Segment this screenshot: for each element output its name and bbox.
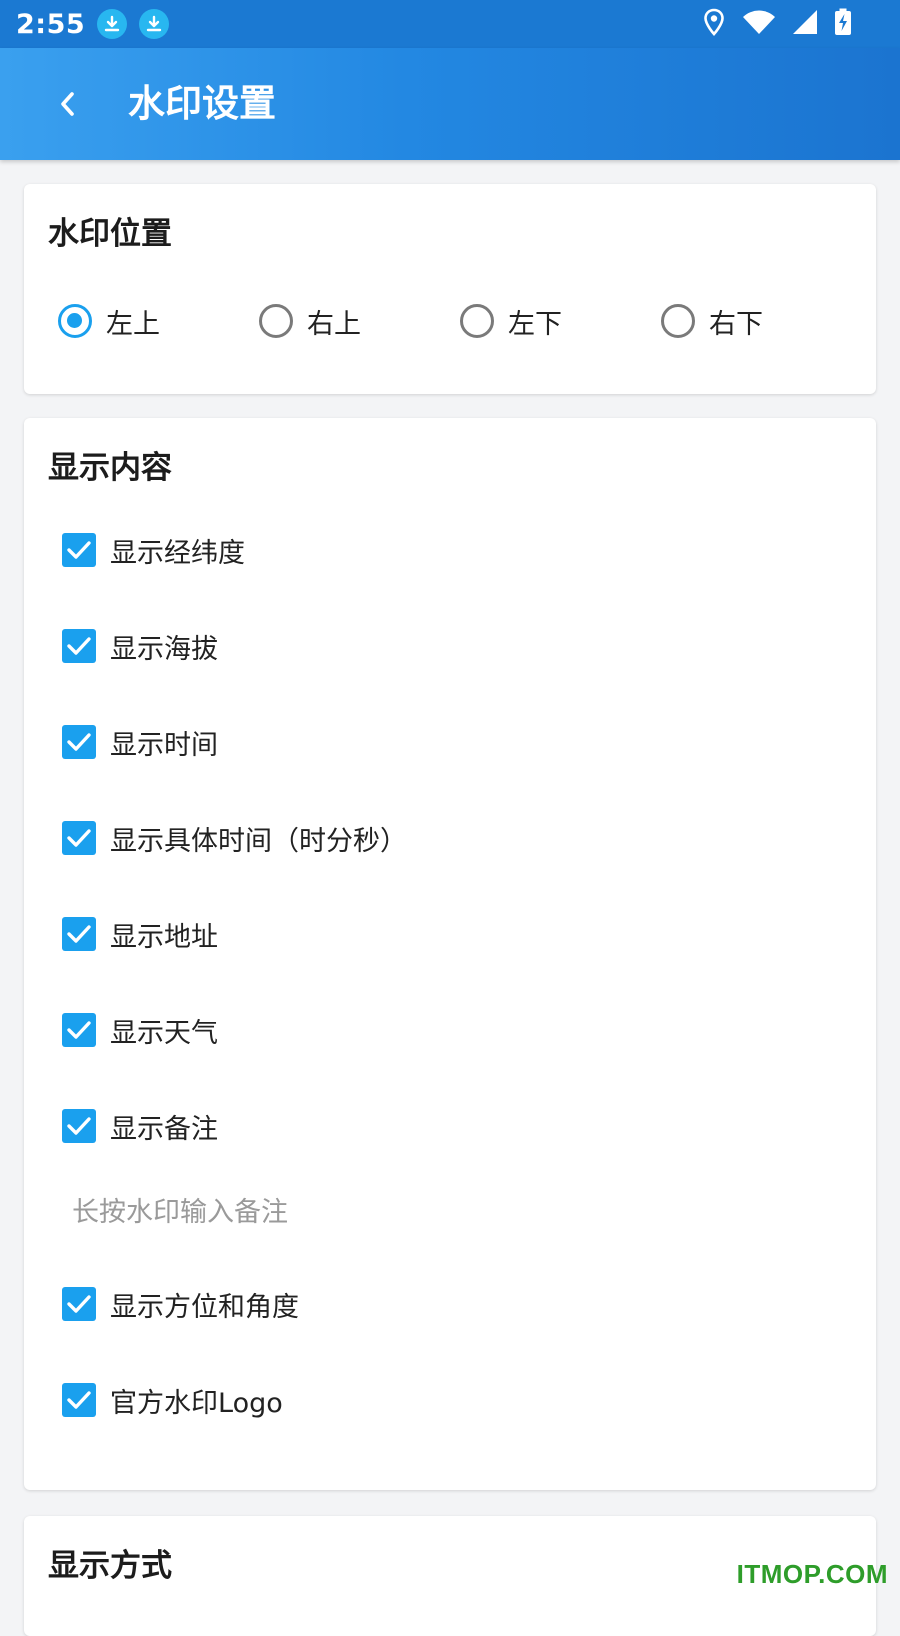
checkbox-show-direction[interactable]: 显示方位和角度	[62, 1284, 299, 1324]
checkbox-label: 显示海拔	[110, 633, 218, 665]
check-icon	[67, 733, 91, 751]
checkbox-show-address[interactable]: 显示地址	[62, 914, 218, 954]
download-icon	[139, 9, 170, 39]
display-mode-card-title: 显示方式	[48, 1548, 172, 1584]
checkbox-show-weather[interactable]: 显示天气	[62, 1010, 218, 1050]
checkbox-label: 显示方位和角度	[110, 1291, 299, 1323]
radio-circle	[661, 304, 695, 338]
content-card: 显示内容 显示经纬度 显示海拔 显示时间 显示具体时间（时分秒） 显示地址 显示…	[24, 418, 876, 1490]
battery-charging-icon	[834, 8, 852, 40]
position-radio-group: 左上 右上 左下 右下	[58, 296, 858, 346]
check-icon	[67, 637, 91, 655]
radio-label: 右上	[307, 308, 361, 340]
chevron-left-icon	[61, 92, 74, 116]
checkbox-show-altitude[interactable]: 显示海拔	[62, 626, 218, 666]
check-icon	[67, 1391, 91, 1409]
checkbox-official-logo[interactable]: 官方水印Logo	[62, 1380, 283, 1420]
site-watermark: ITMOP.COM	[736, 1559, 888, 1589]
checkbox-label: 显示具体时间（时分秒）	[110, 825, 407, 857]
content-card-title: 显示内容	[48, 450, 172, 486]
checkbox-box	[62, 1287, 96, 1321]
radio-top-right[interactable]: 右上	[259, 296, 361, 346]
checkbox-show-exact-time[interactable]: 显示具体时间（时分秒）	[62, 818, 407, 858]
page-title: 水印设置	[128, 82, 276, 125]
wifi-icon	[742, 9, 776, 39]
checkbox-label: 显示地址	[110, 921, 218, 953]
back-button[interactable]	[40, 76, 96, 132]
check-icon	[67, 829, 91, 847]
checkbox-label: 显示天气	[110, 1017, 218, 1049]
radio-label: 左上	[106, 308, 160, 340]
radio-circle	[460, 304, 494, 338]
radio-bottom-left[interactable]: 左下	[460, 296, 562, 346]
checkbox-box	[62, 1013, 96, 1047]
position-card-title: 水印位置	[48, 216, 172, 252]
status-bar: 2:55	[0, 0, 900, 48]
radio-top-left[interactable]: 左上	[58, 296, 160, 346]
check-icon	[67, 541, 91, 559]
checkbox-label: 官方水印Logo	[110, 1387, 283, 1419]
checkbox-show-note[interactable]: 显示备注	[62, 1106, 218, 1146]
checkbox-box	[62, 1109, 96, 1143]
checkbox-box	[62, 533, 96, 567]
radio-label: 左下	[508, 308, 562, 340]
checkbox-box	[62, 629, 96, 663]
radio-circle	[58, 304, 92, 338]
radio-circle	[259, 304, 293, 338]
note-hint[interactable]: 长按水印输入备注	[72, 1190, 288, 1229]
checkbox-box	[62, 725, 96, 759]
radio-label: 右下	[709, 308, 763, 340]
checkbox-show-time[interactable]: 显示时间	[62, 722, 218, 762]
checkbox-box	[62, 821, 96, 855]
checkbox-label: 显示备注	[110, 1113, 218, 1145]
check-icon	[67, 1117, 91, 1135]
checkbox-label: 显示经纬度	[110, 537, 245, 569]
check-icon	[67, 925, 91, 943]
app-bar: 水印设置	[0, 48, 900, 160]
download-icon	[97, 9, 128, 39]
checkbox-show-coordinates[interactable]: 显示经纬度	[62, 530, 245, 570]
location-icon	[702, 8, 726, 40]
status-time: 2:55	[16, 8, 86, 40]
checkbox-box	[62, 917, 96, 951]
checkbox-box	[62, 1383, 96, 1417]
checkbox-label: 显示时间	[110, 729, 218, 761]
position-card: 水印位置 左上 右上 左下 右下	[24, 184, 876, 394]
signal-icon	[792, 9, 818, 39]
radio-bottom-right[interactable]: 右下	[661, 296, 763, 346]
check-icon	[67, 1295, 91, 1313]
check-icon	[67, 1021, 91, 1039]
